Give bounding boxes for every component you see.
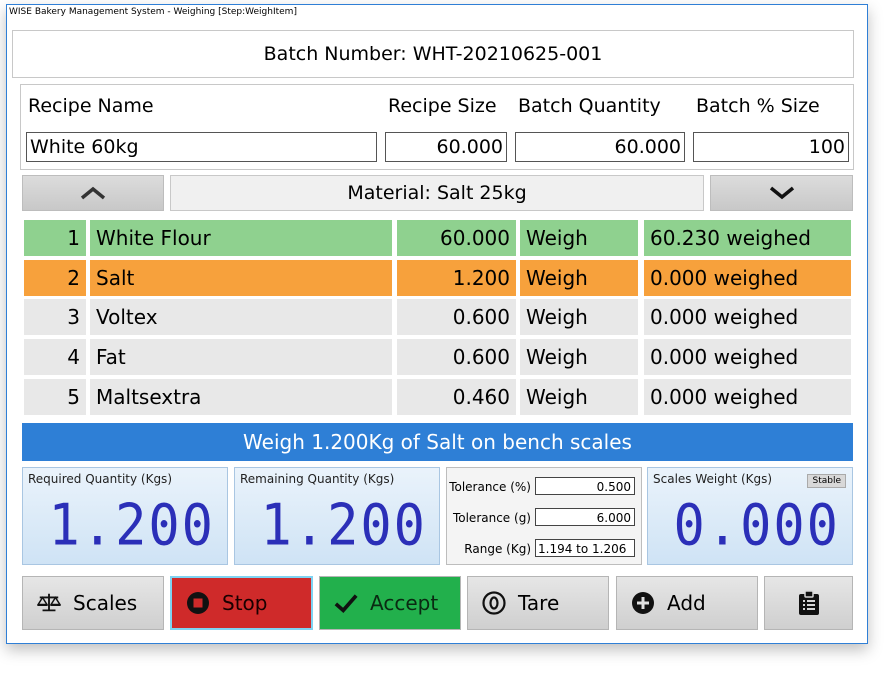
add-button[interactable]: Add: [616, 576, 758, 630]
item-quantity[interactable]: 0.600: [397, 339, 516, 375]
item-status[interactable]: 0.000 weighed: [644, 339, 851, 375]
scales-weight-panel: Scales Weight (Kgs) Stable 0.000: [647, 467, 853, 565]
scales-button-label: Scales: [73, 591, 138, 615]
item-status[interactable]: 60.230 weighed: [644, 220, 851, 256]
required-quantity-panel: Required Quantity (Kgs) 1.200: [22, 467, 228, 565]
tare-button[interactable]: Tare: [467, 576, 609, 630]
range-label: Range (Kg): [464, 542, 531, 556]
item-status[interactable]: 0.000 weighed: [644, 260, 851, 296]
item-name[interactable]: Maltsextra: [90, 379, 392, 415]
accept-button[interactable]: Accept: [319, 576, 461, 630]
item-action[interactable]: Weigh: [520, 260, 638, 296]
item-number[interactable]: 1: [24, 220, 86, 256]
stop-button-label: Stop: [222, 591, 268, 615]
item-action[interactable]: Weigh: [520, 339, 638, 375]
item-number[interactable]: 4: [24, 339, 86, 375]
batch-number: Batch Number: WHT-20210625-001: [12, 30, 854, 78]
tolerance-grams-label: Tolerance (g): [452, 511, 531, 525]
batch-percent-field[interactable]: 100: [693, 132, 849, 162]
scales-weight-value: 0.000: [673, 493, 840, 559]
recipe-name-label: Recipe Name: [28, 95, 154, 117]
balance-scale-icon: [37, 591, 61, 615]
clipboard-button[interactable]: [764, 576, 853, 630]
item-name[interactable]: Salt: [90, 260, 392, 296]
item-quantity[interactable]: 1.200: [397, 260, 516, 296]
item-action[interactable]: Weigh: [520, 379, 638, 415]
next-material-button[interactable]: [710, 175, 853, 211]
accept-button-label: Accept: [370, 591, 439, 615]
scales-weight-label: Scales Weight (Kgs): [653, 472, 773, 486]
item-quantity[interactable]: 0.600: [397, 299, 516, 335]
item-number[interactable]: 2: [24, 260, 86, 296]
batch-quantity-field[interactable]: 60.000: [515, 132, 685, 162]
item-name[interactable]: White Flour: [90, 220, 392, 256]
window-title: WISE Bakery Management System - Weighing…: [9, 7, 297, 17]
item-action[interactable]: Weigh: [520, 220, 638, 256]
previous-material-button[interactable]: [22, 175, 164, 211]
required-quantity-value: 1.200: [48, 493, 215, 559]
tolerance-percent-field[interactable]: 0.500: [535, 477, 635, 495]
instruction-banner: Weigh 1.200Kg of Salt on bench scales: [22, 423, 853, 461]
material-label: Material: Salt 25kg: [170, 175, 704, 211]
item-name[interactable]: Fat: [90, 339, 392, 375]
tare-button-label: Tare: [518, 591, 560, 615]
stop-button[interactable]: Stop: [170, 576, 313, 630]
chevron-up-icon: [80, 186, 106, 200]
item-status[interactable]: 0.000 weighed: [644, 299, 851, 335]
item-status[interactable]: 0.000 weighed: [644, 379, 851, 415]
scales-button[interactable]: Scales: [22, 576, 164, 630]
add-button-label: Add: [667, 591, 706, 615]
item-quantity[interactable]: 0.460: [397, 379, 516, 415]
tolerance-percent-label: Tolerance (%): [449, 480, 531, 494]
recipe-size-field[interactable]: 60.000: [385, 132, 507, 162]
item-number[interactable]: 5: [24, 379, 86, 415]
plus-circle-icon: [631, 591, 655, 615]
item-number[interactable]: 3: [24, 299, 86, 335]
recipe-name-field[interactable]: White 60kg: [26, 132, 377, 162]
check-icon: [334, 591, 358, 615]
clipboard-icon: [797, 590, 821, 615]
chevron-down-icon: [769, 186, 794, 200]
remaining-quantity-value: 1.200: [260, 493, 427, 559]
required-quantity-label: Required Quantity (Kgs): [28, 472, 172, 486]
item-quantity[interactable]: 60.000: [397, 220, 516, 256]
item-name[interactable]: Voltex: [90, 299, 392, 335]
remaining-quantity-label: Remaining Quantity (Kgs): [240, 472, 395, 486]
tolerance-panel: Tolerance (%) 0.500 Tolerance (g) 6.000 …: [446, 467, 642, 565]
zero-circle-icon: [482, 591, 506, 615]
item-action[interactable]: Weigh: [520, 299, 638, 335]
batch-percent-label: Batch % Size: [696, 95, 820, 117]
batch-quantity-label: Batch Quantity: [518, 95, 661, 117]
recipe-size-label: Recipe Size: [388, 95, 497, 117]
range-field[interactable]: 1.194 to 1.206: [535, 539, 635, 557]
stop-circle-icon: [186, 591, 210, 615]
remaining-quantity-panel: Remaining Quantity (Kgs) 1.200: [234, 467, 440, 565]
stable-badge: Stable: [807, 474, 846, 488]
tolerance-grams-field[interactable]: 6.000: [535, 508, 635, 526]
